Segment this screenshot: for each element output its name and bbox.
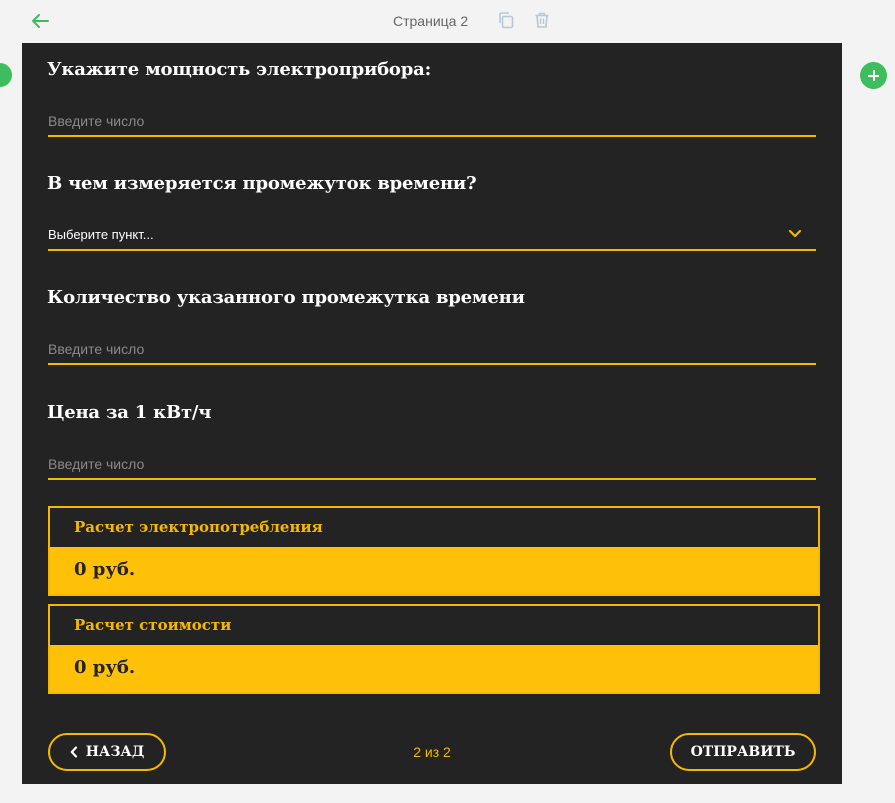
time-unit-selected-value: Выберите пункт...	[48, 227, 154, 242]
back-button[interactable]: НАЗАД	[48, 733, 166, 771]
editor-toolbar: Страница 2	[0, 0, 895, 42]
power-field	[48, 109, 816, 137]
submit-button[interactable]: ОТПРАВИТЬ	[670, 733, 816, 771]
chevron-down-icon	[788, 229, 802, 238]
price-input[interactable]	[48, 452, 816, 476]
add-block-left-button[interactable]	[0, 63, 12, 87]
time-unit-label: В чем измеряется промежуток времени?	[47, 173, 477, 194]
back-button-label: НАЗАД	[85, 744, 145, 760]
power-label: Укажите мощность электроприбора:	[47, 59, 432, 80]
cost-result-value: 0 руб.	[74, 657, 136, 678]
add-block-right-button[interactable]	[860, 62, 887, 89]
consumption-result-body: 0 руб.	[50, 547, 818, 594]
chevron-left-icon	[70, 746, 77, 758]
time-amount-label: Количество указанного промежутка времени	[47, 287, 525, 308]
page-title: Страница 2	[393, 13, 469, 29]
time-amount-field	[48, 337, 816, 365]
price-field	[48, 452, 816, 480]
price-label: Цена за 1 кВт/ч	[47, 402, 212, 423]
back-arrow-icon[interactable]	[30, 11, 50, 31]
consumption-result-value: 0 руб.	[74, 559, 136, 580]
cost-result-body: 0 руб.	[50, 645, 818, 692]
cost-result-title: Расчет стоимости	[74, 616, 232, 634]
consumption-result-title: Расчет электропотребления	[74, 518, 323, 536]
copy-icon[interactable]	[497, 11, 515, 29]
submit-button-label: ОТПРАВИТЬ	[690, 744, 796, 760]
time-unit-select[interactable]: Выберите пункт...	[48, 223, 816, 251]
calculator-form: Укажите мощность электроприбора: В чем и…	[22, 43, 842, 784]
cost-result: Расчет стоимости 0 руб.	[48, 604, 820, 694]
page-indicator: 2 из 2	[413, 744, 451, 760]
trash-icon[interactable]	[533, 11, 551, 29]
time-amount-input[interactable]	[48, 337, 816, 361]
power-input[interactable]	[48, 109, 816, 133]
consumption-result: Расчет электропотребления 0 руб.	[48, 506, 820, 596]
